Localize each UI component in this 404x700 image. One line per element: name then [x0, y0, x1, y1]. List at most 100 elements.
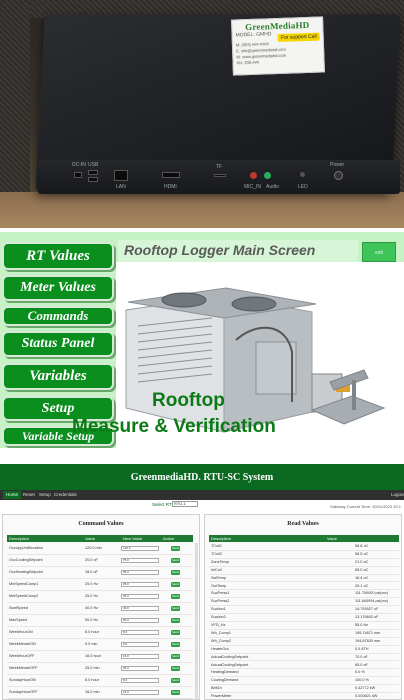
- read-row: HeaterOut 0.0 ATH: [209, 646, 399, 654]
- send-button[interactable]: Send: [171, 690, 180, 695]
- send-button[interactable]: Send: [171, 654, 180, 659]
- web-nav-home[interactable]: Home: [3, 491, 22, 499]
- send-button[interactable]: Send: [171, 606, 180, 611]
- read-row: ActualCoolingSetpoint 65.0 oF: [209, 662, 399, 670]
- read-description: ActualCoolingSetpoint: [211, 654, 249, 659]
- send-button[interactable]: Send: [171, 642, 180, 647]
- command-new-value-input[interactable]: 40.0: [121, 606, 159, 611]
- command-description: StartSpeed: [9, 606, 28, 610]
- read-value: 70.0 oF: [355, 654, 368, 659]
- command-row: OccupyUnitDuration 120.0 min 120.0 Send: [7, 543, 193, 555]
- send-button[interactable]: Send: [171, 570, 180, 575]
- command-description: MinSpeedComp2: [9, 594, 39, 598]
- read-value: 195.74871 mm: [355, 630, 381, 635]
- command-row: OccHeatingSetpoint 18.0 oF 65.0 Send: [7, 567, 193, 579]
- read-description: VFD_Hz: [211, 623, 226, 627]
- nav-meter-values[interactable]: Meter Values: [2, 275, 114, 301]
- command-row: MinSpeedComp2 25.0 Hz 25.0 Send: [7, 591, 193, 603]
- command-description: OccupyUnitDuration: [9, 546, 43, 550]
- command-value: 40.0 Hz: [85, 606, 99, 610]
- rtu-sc-web-app: GreenmediaHD. RTU-SC System Home Reset S…: [0, 464, 404, 700]
- read-description: InlCoil: [211, 567, 222, 572]
- command-value: 0.0 min: [85, 642, 98, 646]
- web-nav-logout[interactable]: Logout: [388, 491, 404, 499]
- command-row: MinSpeedComp1 25.0 Hz 25.0 Send: [7, 579, 193, 591]
- read-row: Wh_Comp2 194.87830 mm: [209, 638, 399, 646]
- send-button[interactable]: Send: [171, 558, 180, 563]
- col-description: Description: [9, 536, 30, 541]
- command-new-value-input[interactable]: 25.0: [121, 666, 159, 671]
- web-title: GreenmediaHD. RTU-SC System: [130, 472, 274, 483]
- read-row: SucPress2 111.640994 psi(mv): [209, 598, 399, 607]
- command-value: 20.0 oF: [85, 558, 98, 562]
- read-value: 20.1 oC: [355, 583, 369, 588]
- command-row: SundayHourON 8.0 hour 8.0 Send: [7, 675, 193, 687]
- col-value: Value: [327, 536, 337, 541]
- command-value: 8.0 hour: [85, 678, 99, 682]
- power-button: [334, 171, 343, 180]
- command-value: 16.0 hour: [85, 654, 102, 658]
- command-description: MinSpeedComp1: [9, 582, 39, 586]
- read-row: OutTemp 20.1 oC: [209, 583, 399, 591]
- col-description: Description: [211, 536, 232, 541]
- command-scrollbar[interactable]: [195, 543, 198, 699]
- command-new-value-input[interactable]: 65.0: [121, 570, 159, 575]
- send-button[interactable]: Send: [171, 594, 180, 599]
- command-new-value-input[interactable]: 8.0: [121, 678, 159, 683]
- send-button[interactable]: Send: [171, 678, 180, 683]
- read-value: 0.0 %: [355, 670, 365, 675]
- read-description: Suction2: [211, 615, 226, 620]
- read-values-title: Read Values: [287, 521, 319, 527]
- read-value: 56.8 oC: [355, 544, 369, 548]
- command-new-value-input[interactable]: 90.0: [121, 618, 159, 623]
- select-rtu-dropdown[interactable]: RTU-1: [172, 501, 198, 507]
- nav-status-panel[interactable]: Status Panel: [2, 331, 114, 357]
- web-nav-credentials[interactable]: Credentials: [51, 491, 80, 499]
- command-new-value-input[interactable]: 16.0: [121, 690, 159, 695]
- product-sticker: GreenMediaHD MODEL: GMHD For support Cal…: [231, 16, 325, 76]
- read-row: Suction1 14.793927 oF: [209, 606, 399, 615]
- col-action: Action: [163, 536, 175, 541]
- command-description: WeekHourOFF: [9, 654, 35, 658]
- read-row: SatTemp 16.4 oC: [209, 575, 399, 583]
- send-button[interactable]: Send: [171, 666, 180, 671]
- command-new-value-input[interactable]: 8.0: [121, 630, 159, 635]
- command-new-value-input[interactable]: 0.0: [121, 642, 159, 647]
- command-new-value-input[interactable]: 25.0: [121, 582, 159, 587]
- send-button[interactable]: Send: [171, 582, 180, 587]
- read-description: Wh_Comp1: [211, 630, 232, 635]
- audio-jack: [264, 172, 271, 179]
- read-description: PowerMeter: [211, 694, 232, 699]
- command-description: OccCoolingSetpoint: [9, 558, 43, 562]
- command-new-value-input[interactable]: 25.0: [121, 594, 159, 599]
- send-button[interactable]: Send: [171, 546, 180, 551]
- command-new-value-input[interactable]: 75.0: [121, 558, 159, 563]
- command-description: WeekMinuteOFF: [9, 666, 38, 670]
- read-description: OutTemp: [211, 583, 227, 588]
- read-value: 16.4 oC: [355, 575, 369, 580]
- read-row: TCoil1 56.8 oC: [209, 543, 399, 551]
- port-label: LED: [298, 184, 308, 190]
- lan-port: [114, 170, 128, 181]
- port-label: TF: [216, 164, 223, 170]
- command-values-title: Command Values: [78, 521, 124, 527]
- rooftop-logger-main-screen: Rooftop Logger Main Screen exit RT Value…: [0, 232, 404, 448]
- send-button[interactable]: Send: [171, 618, 180, 623]
- read-value: 0.000821 kW: [355, 694, 378, 699]
- nav-commands[interactable]: Commands: [2, 306, 114, 326]
- exit-button[interactable]: exit: [362, 242, 396, 262]
- read-row: ZoneTemp 21.0 oC: [209, 559, 399, 567]
- read-row: Suction2 13.176602 oF: [209, 614, 399, 622]
- read-description: SatTemp: [211, 575, 226, 580]
- read-description: ActualCoolingSetpoint: [211, 662, 249, 667]
- nav-variables[interactable]: Variables: [2, 363, 114, 390]
- sticker-support-label: For support Call: [278, 32, 320, 42]
- read-value: 56.5 oC: [355, 551, 369, 556]
- read-description: TCoil2: [211, 551, 222, 556]
- send-button[interactable]: Send: [171, 630, 180, 635]
- read-description: SucPress2: [211, 599, 230, 604]
- gateway-time: Gateway Current Time: 10/01/2023 15:1: [329, 504, 401, 509]
- command-new-value-input[interactable]: 120.0: [121, 546, 159, 551]
- command-new-value-input[interactable]: 16.0: [121, 654, 159, 659]
- nav-rt-values[interactable]: RT Values: [2, 242, 114, 270]
